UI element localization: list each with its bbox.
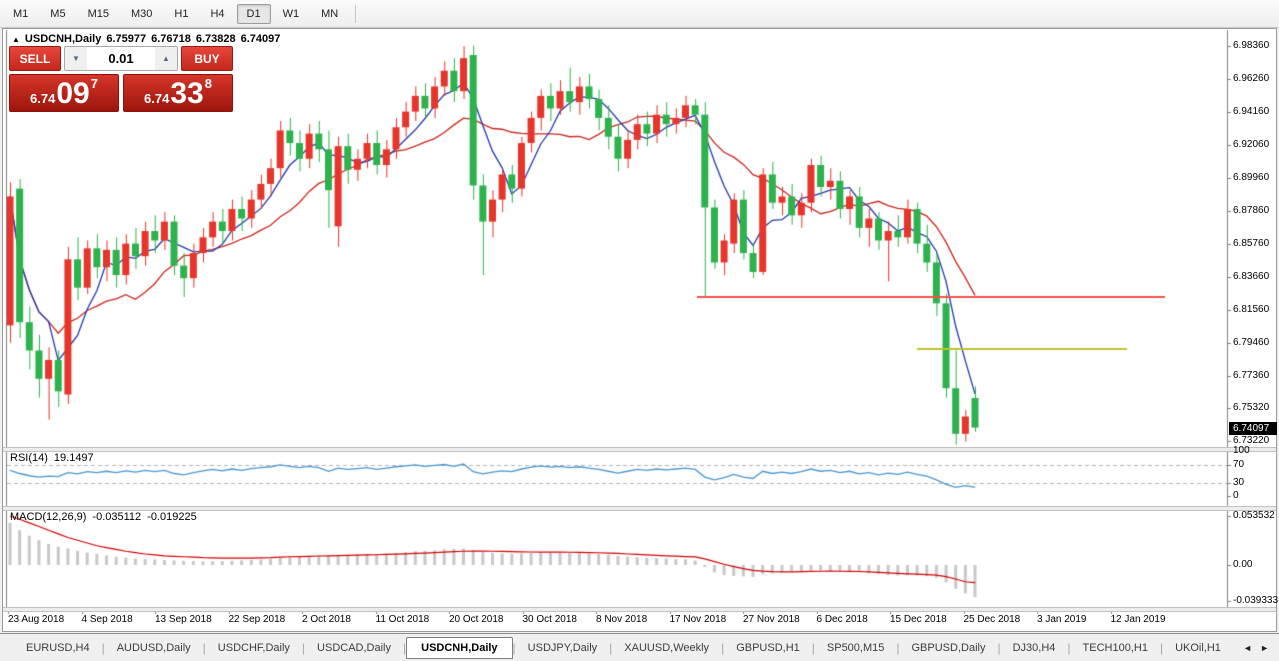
price-axis-label: 6.85760 [1233, 238, 1269, 249]
date-axis-label: 2 Oct 2018 [302, 614, 351, 625]
date-axis-label: 20 Oct 2018 [449, 614, 503, 625]
tab-xauusd-weekly[interactable]: XAUUSD,Weekly [612, 638, 721, 658]
date-axis-label: 13 Sep 2018 [155, 614, 212, 625]
macd-signal-value: -0.019225 [147, 511, 197, 523]
date-axis-label: 17 Nov 2018 [670, 614, 727, 625]
tabs-scroll-left-icon[interactable]: ◄ [1243, 643, 1252, 653]
date-axis-label: 15 Dec 2018 [890, 614, 947, 625]
tab-gbpusd-h1[interactable]: GBPUSD,H1 [724, 638, 812, 658]
date-axis-label: 12 Jan 2019 [1111, 614, 1166, 625]
date-axis-label: 23 Aug 2018 [8, 614, 64, 625]
date-axis-label: 27 Nov 2018 [743, 614, 800, 625]
chart-symbol-label: USDCNH,Daily [25, 33, 101, 45]
current-price-tag: 6.74097 [1229, 422, 1277, 435]
volume-input[interactable] [87, 47, 155, 70]
rsi-name: RSI(14) [10, 452, 48, 464]
rsi-value: 19.1497 [54, 452, 94, 464]
date-axis-label: 22 Sep 2018 [229, 614, 286, 625]
one-click-trading-panel: SELL ▼ ▲ BUY 6.74 09 7 6.74 33 8 [9, 46, 233, 112]
tab-ukoil-h1[interactable]: UKOil,H1 [1163, 638, 1233, 658]
price-axis-label: 6.75320 [1233, 402, 1269, 413]
macd-dateaxis-splitter[interactable] [3, 607, 1276, 612]
ohlc-open: 6.75977 [106, 33, 146, 45]
buy-button[interactable]: BUY [181, 46, 233, 71]
date-axis-label: 11 Oct 2018 [376, 614, 430, 625]
ohlc-high: 6.76718 [151, 33, 191, 45]
rsi-axis-label: 70 [1233, 459, 1244, 470]
buy-price-box[interactable]: 6.74 33 8 [123, 74, 233, 112]
sell-button[interactable]: SELL [9, 46, 61, 71]
price-axis-label: 6.96260 [1233, 73, 1269, 84]
volume-decrease-button[interactable]: ▼ [65, 47, 87, 70]
buy-price-prefix: 6.74 [144, 91, 169, 106]
macd-indicator-label: MACD(12,26,9) -0.035112 -0.019225 [10, 511, 197, 523]
date-axis-label: 8 Nov 2018 [596, 614, 647, 625]
date-axis-label: 3 Jan 2019 [1037, 614, 1087, 625]
tab-usdcnh-daily[interactable]: USDCNH,Daily [406, 637, 512, 659]
volume-increase-button[interactable]: ▲ [155, 47, 177, 70]
ohlc-close: 6.74097 [241, 33, 281, 45]
tab-usdjpy-daily[interactable]: USDJPY,Daily [516, 638, 610, 658]
tab-tech100-h1[interactable]: TECH100,H1 [1071, 638, 1160, 658]
tab-gbpusd-daily[interactable]: GBPUSD,Daily [900, 638, 998, 658]
price-axis-label: 6.79460 [1233, 337, 1269, 348]
tab-audusd-daily[interactable]: AUDUSD,Daily [105, 638, 203, 658]
panel-collapse-icon[interactable]: ▲ [12, 35, 20, 44]
buy-price-sup: 8 [205, 76, 212, 91]
chart-tab-bar: EURUSD,H4|AUDUSD,Daily|USDCHF,Daily|USDC… [0, 633, 1279, 661]
tab-usdcad-daily[interactable]: USDCAD,Daily [305, 638, 403, 658]
tabs-scroll-right-icon[interactable]: ► [1260, 643, 1269, 653]
price-axis-label: 6.77360 [1233, 370, 1269, 381]
price-axis-label: 6.81560 [1233, 304, 1269, 315]
price-axis-label: 6.92060 [1233, 139, 1269, 150]
date-axis-label: 25 Dec 2018 [964, 614, 1021, 625]
sell-price-big: 09 [56, 79, 89, 109]
macd-axis-label: 0.00 [1233, 559, 1252, 570]
price-axis-label: 6.83660 [1233, 271, 1269, 282]
date-axis-label: 4 Sep 2018 [82, 614, 133, 625]
price-axis-label: 6.87860 [1233, 205, 1269, 216]
volume-stepper: ▼ ▲ [64, 46, 178, 71]
macd-axis-label: 0.053532 [1233, 510, 1275, 521]
macd-axis-label: -0.039333 [1233, 595, 1278, 606]
chart-title: ▲ USDCNH,Daily 6.75977 6.76718 6.73828 6… [12, 33, 280, 45]
rsi-axis-label: 100 [1233, 445, 1250, 456]
tab-sp500-m15[interactable]: SP500,M15 [815, 638, 896, 658]
tab-eurusd-h4[interactable]: EURUSD,H4 [14, 638, 102, 658]
trading-terminal-window: M1M5M15M30H1H4D1W1MN ▲ USDCNH,Daily 6.75… [0, 0, 1279, 661]
rsi-axis-label: 30 [1233, 477, 1244, 488]
price-axis-label: 6.89960 [1233, 172, 1269, 183]
rsi-axis-label: 0 [1233, 490, 1239, 501]
price-axis-label: 6.98360 [1233, 40, 1269, 51]
macd-main-value: -0.035112 [92, 511, 141, 523]
price-axis-label: 6.94160 [1233, 106, 1269, 117]
sell-price-sup: 7 [91, 76, 98, 91]
date-axis-label: 6 Dec 2018 [817, 614, 868, 625]
ohlc-low: 6.73828 [196, 33, 236, 45]
sell-price-box[interactable]: 6.74 09 7 [9, 74, 119, 112]
date-axis-label: 30 Oct 2018 [523, 614, 577, 625]
sell-price-prefix: 6.74 [30, 91, 55, 106]
main-rsi-splitter[interactable] [3, 447, 1276, 452]
tab-usdchf-daily[interactable]: USDCHF,Daily [206, 638, 302, 658]
rsi-indicator-label: RSI(14) 19.1497 [10, 452, 94, 464]
buy-price-big: 33 [170, 79, 203, 109]
macd-name: MACD(12,26,9) [10, 511, 86, 523]
tab-dj30-h4[interactable]: DJ30,H4 [1001, 638, 1068, 658]
